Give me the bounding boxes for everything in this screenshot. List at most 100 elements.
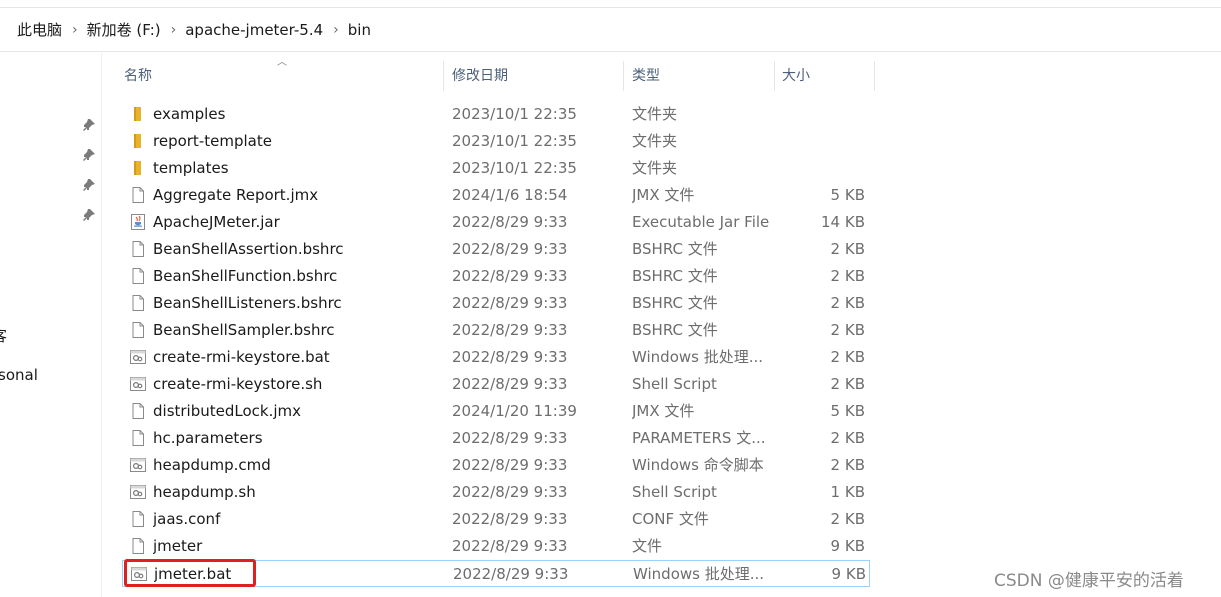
file-size <box>782 155 865 182</box>
pin-icon[interactable] <box>82 208 96 222</box>
file-type: Shell Script <box>632 375 717 393</box>
file-row[interactable]: heapdump.cmd 2022/8/29 9:33 Windows 命令脚本 2 … <box>122 452 870 479</box>
pin-icon[interactable] <box>82 178 96 192</box>
file-modified-date: 2022/8/29 9:33 <box>452 213 568 231</box>
file-modified-date: 2022/8/29 9:33 <box>452 537 568 555</box>
breadcrumb-item[interactable]: bin <box>348 21 371 39</box>
file-row[interactable]: BeanShellSampler.bshrc 2022/8/29 9:33 BSHR… <box>122 317 870 344</box>
file-modified-date: 2022/8/29 9:33 <box>452 429 568 447</box>
file-modified-date: 2023/10/1 22:35 <box>452 105 577 123</box>
breadcrumb-item[interactable]: apache-jmeter-5.4 <box>185 21 323 39</box>
script-icon <box>130 377 146 391</box>
pin-icon[interactable] <box>82 148 96 162</box>
nav-item-label[interactable]: sonal <box>0 366 38 384</box>
file-name: create-rmi-keystore.sh <box>153 375 323 393</box>
file-modified-date: 2022/8/29 9:33 <box>452 294 568 312</box>
breadcrumb-item[interactable]: 新加卷 (F:) <box>87 19 161 40</box>
file-name: templates <box>153 159 229 177</box>
pin-icon[interactable] <box>82 118 96 132</box>
file-row[interactable]: ApacheJMeter.jar 2022/8/29 9:33 Executable… <box>122 209 870 236</box>
file-name: distributedLock.jmx <box>153 402 302 420</box>
file-modified-date: 2024/1/20 11:39 <box>452 402 577 420</box>
file-row[interactable]: create-rmi-keystore.sh 2022/8/29 9:33 Shel… <box>122 371 870 398</box>
file-name: jmeter <box>153 537 203 555</box>
file-icon <box>132 241 144 257</box>
column-header-type[interactable]: 类型 <box>624 61 775 91</box>
file-type: Windows 批处理... <box>633 565 765 583</box>
script-icon <box>130 350 146 364</box>
file-row[interactable]: report-template 2023/10/1 22:35 文件夹 <box>122 128 870 155</box>
watermark: CSDN @健康平安的活着 <box>994 571 1184 591</box>
file-name: create-rmi-keystore.bat <box>153 348 330 366</box>
file-icon <box>132 295 144 311</box>
file-modified-date: 2022/8/29 9:33 <box>452 348 568 366</box>
folder-icon <box>134 161 141 175</box>
file-row[interactable]: jaas.conf 2022/8/29 9:33 CONF 文件 2 KB <box>122 506 870 533</box>
file-icon <box>132 187 144 203</box>
script-icon <box>130 458 146 472</box>
nav-item-label[interactable]: 客 <box>0 325 7 346</box>
file-size: 14 KB <box>821 213 865 231</box>
column-header-date[interactable]: 修改日期 <box>444 61 624 91</box>
file-icon <box>132 268 144 284</box>
folder-icon <box>134 134 141 148</box>
file-name: examples <box>153 105 226 123</box>
file-type: PARAMETERS 文... <box>632 429 766 447</box>
file-type: BSHRC 文件 <box>632 321 718 339</box>
address-bar[interactable]: 此电脑 › 新加卷 (F:) › apache-jmeter-5.4 › bin <box>0 8 1221 52</box>
file-name: BeanShellListeners.bshrc <box>153 294 342 312</box>
file-row[interactable]: Aggregate Report.jmx 2024/1/6 18:54 JMX 文件… <box>122 182 870 209</box>
chevron-right-icon[interactable]: › <box>72 22 78 38</box>
file-row[interactable]: jmeter 2022/8/29 9:33 文件 9 KB <box>122 533 870 560</box>
column-header-size[interactable]: 大小 <box>775 61 875 91</box>
file-type: Shell Script <box>632 483 717 501</box>
file-row[interactable]: hc.parameters 2022/8/29 9:33 PARAMETERS 文.… <box>122 425 870 452</box>
navigation-pane: 客 sonal <box>0 53 102 597</box>
file-icon <box>132 430 144 446</box>
file-size: 2 KB <box>830 348 865 366</box>
file-row[interactable]: templates 2023/10/1 22:35 文件夹 <box>122 155 870 182</box>
file-type: CONF 文件 <box>632 510 709 528</box>
chevron-right-icon[interactable]: › <box>333 22 339 38</box>
column-header-name[interactable]: 名称 <box>102 61 444 91</box>
file-row[interactable]: examples 2023/10/1 22:35 文件夹 <box>122 101 870 128</box>
column-header-row: ︿ 名称 修改日期 类型 大小 <box>102 57 882 91</box>
file-row[interactable]: heapdump.sh 2022/8/29 9:33 Shell Script 1 K… <box>122 479 870 506</box>
breadcrumb-item[interactable]: 此电脑 <box>17 19 62 40</box>
window-top-strip <box>0 0 1221 8</box>
annotation-highlight-box <box>124 559 256 587</box>
script-icon <box>130 485 146 499</box>
file-size: 2 KB <box>830 240 865 258</box>
file-modified-date: 2022/8/29 9:33 <box>452 267 568 285</box>
file-name: ApacheJMeter.jar <box>153 213 280 231</box>
file-name: BeanShellFunction.bshrc <box>153 267 338 285</box>
file-size: 2 KB <box>830 456 865 474</box>
file-row[interactable]: distributedLock.jmx 2024/1/20 11:39 JMX 文件… <box>122 398 870 425</box>
file-type: JMX 文件 <box>632 186 695 204</box>
file-size: 2 KB <box>830 429 865 447</box>
file-size: 1 KB <box>830 483 865 501</box>
file-size: 5 KB <box>830 402 865 420</box>
file-row[interactable]: create-rmi-keystore.bat 2022/8/29 9:33 Win… <box>122 344 870 371</box>
file-list-view: ︿ 名称 修改日期 类型 大小 examples 2023/10/1 22:35 文… <box>102 53 1221 597</box>
file-icon <box>132 511 144 527</box>
file-modified-date: 2022/8/29 9:33 <box>452 240 568 258</box>
file-name: Aggregate Report.jmx <box>153 186 319 204</box>
file-row[interactable]: BeanShellFunction.bshrc 2022/8/29 9:33 BSH… <box>122 263 870 290</box>
file-icon <box>132 403 144 419</box>
file-type: 文件夹 <box>632 105 678 123</box>
file-type: 文件夹 <box>632 132 678 150</box>
file-size: 2 KB <box>830 510 865 528</box>
file-type: JMX 文件 <box>632 402 695 420</box>
file-name: heapdump.cmd <box>153 456 271 474</box>
file-size <box>782 101 865 128</box>
file-size: 2 KB <box>830 375 865 393</box>
file-row[interactable]: BeanShellListeners.bshrc 2022/8/29 9:33 BS… <box>122 290 870 317</box>
folder-icon <box>134 107 141 121</box>
file-size: 2 KB <box>830 267 865 285</box>
file-modified-date: 2024/1/6 18:54 <box>452 186 568 204</box>
file-row[interactable]: BeanShellAssertion.bshrc 2022/8/29 9:33 BS… <box>122 236 870 263</box>
chevron-right-icon[interactable]: › <box>171 22 177 38</box>
file-size: 5 KB <box>830 186 865 204</box>
file-size <box>782 128 865 155</box>
